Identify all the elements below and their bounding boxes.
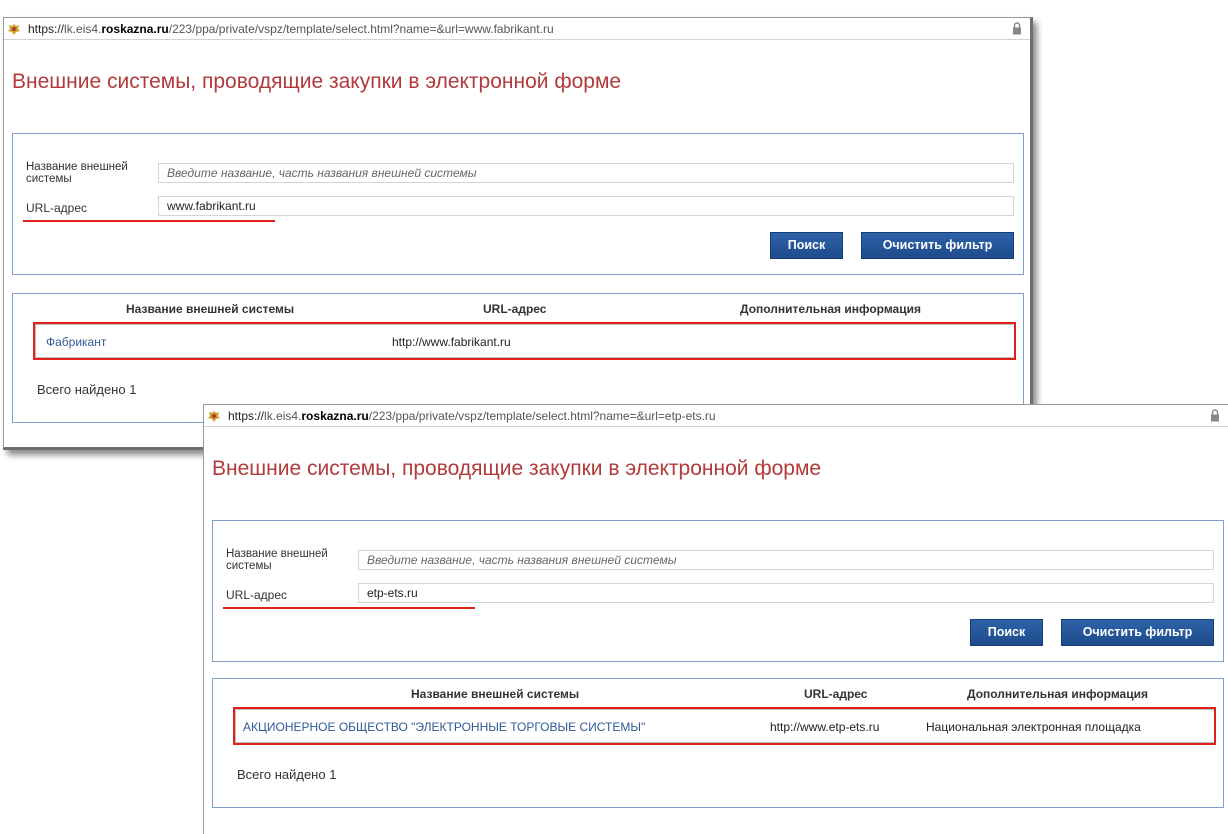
url-text: https://lk.eis4.roskazna.ru/223/ppa/priv… [28,22,554,36]
name-input[interactable]: Введите название, часть названия внешней… [358,550,1214,570]
url-input[interactable]: etp-ets.ru [358,583,1214,603]
total-count: Всего найдено 1 [37,382,137,397]
clear-filter-button[interactable]: Очистить фильтр [1061,619,1214,646]
header-url: URL-адрес [804,687,868,701]
header-url: URL-адрес [483,302,547,316]
address-bar[interactable]: https://lk.eis4.roskazna.ru/223/ppa/priv… [204,405,1228,427]
header-info: Дополнительная информация [967,687,1148,701]
browser-window-etp-ets: https://lk.eis4.roskazna.ru/223/ppa/priv… [203,404,1228,834]
emblem-icon [8,24,20,35]
url-label: URL-адрес [26,201,88,215]
name-label: Название внешней системы [26,161,128,185]
total-count: Всего найдено 1 [237,767,337,782]
address-bar[interactable]: https://lk.eis4.roskazna.ru/223/ppa/priv… [4,18,1030,40]
url-input[interactable]: www.fabrikant.ru [158,196,1014,216]
filter-panel: Название внешней системы Введите названи… [12,133,1024,275]
lock-icon [1013,22,1021,35]
browser-window-fabrikant: https://lk.eis4.roskazna.ru/223/ppa/priv… [3,17,1033,450]
name-input[interactable]: Введите название, часть названия внешней… [158,163,1014,183]
lock-icon [1211,409,1219,422]
header-info: Дополнительная информация [740,302,921,316]
red-underline [23,220,275,222]
filter-panel: Название внешней системы Введите названи… [212,520,1224,662]
url-text: https://lk.eis4.roskazna.ru/223/ppa/priv… [228,409,716,423]
results-panel: Название внешней системы URL-адрес Допол… [212,678,1224,808]
header-name: Название внешней системы [126,302,295,316]
clear-filter-button[interactable]: Очистить фильтр [861,232,1014,259]
emblem-icon [208,411,220,422]
url-label: URL-адрес [226,588,288,602]
red-highlight-box [233,707,1216,745]
search-button[interactable]: Поиск [970,619,1043,646]
page-title: Внешние системы, проводящие закупки в эл… [212,457,822,480]
name-label: Название внешней системы [226,548,328,572]
header-name: Название внешней системы [411,687,580,701]
search-button[interactable]: Поиск [770,232,843,259]
page-title: Внешние системы, проводящие закупки в эл… [12,70,622,93]
red-underline [223,607,475,609]
red-highlight-box [33,322,1016,360]
